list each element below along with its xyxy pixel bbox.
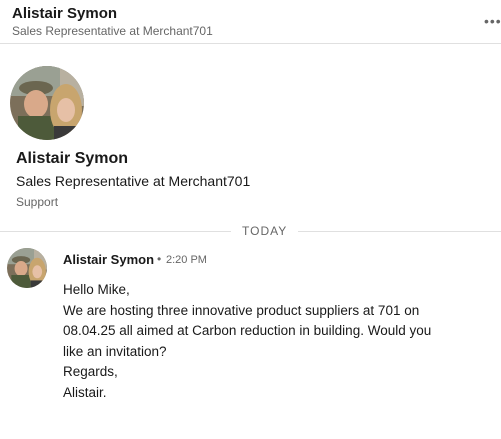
- message-line: Regards,: [63, 364, 118, 380]
- profile-name[interactable]: Alistair Symon: [16, 150, 128, 168]
- message-avatar[interactable]: [7, 248, 47, 288]
- message-line: like an invitation?: [63, 343, 167, 359]
- message-line: 08.04.25 all aimed at Carbon reduction i…: [63, 323, 432, 339]
- more-horizontal-icon[interactable]: •••: [484, 14, 501, 28]
- date-divider-label: TODAY: [231, 224, 299, 238]
- header-contact-title: Sales Representative at Merchant701: [12, 24, 213, 38]
- message-line: We are hosting three innovative product …: [63, 302, 420, 318]
- profile-department: Support: [16, 195, 59, 209]
- message-separator: •: [157, 252, 162, 266]
- message-timestamp: 2:20 PM: [166, 254, 207, 266]
- message-line: Alistair.: [63, 384, 107, 400]
- message-sender-name[interactable]: Alistair Symon: [63, 252, 154, 267]
- profile-avatar[interactable]: [10, 66, 84, 140]
- conversation-header: Alistair Symon Sales Representative at M…: [0, 0, 501, 44]
- profile-title: Sales Representative at Merchant701: [16, 173, 251, 189]
- header-contact-name[interactable]: Alistair Symon: [12, 5, 117, 22]
- message-body: Hello Mike, We are hosting three innovat…: [63, 280, 463, 404]
- message-line: Hello Mike,: [63, 282, 130, 297]
